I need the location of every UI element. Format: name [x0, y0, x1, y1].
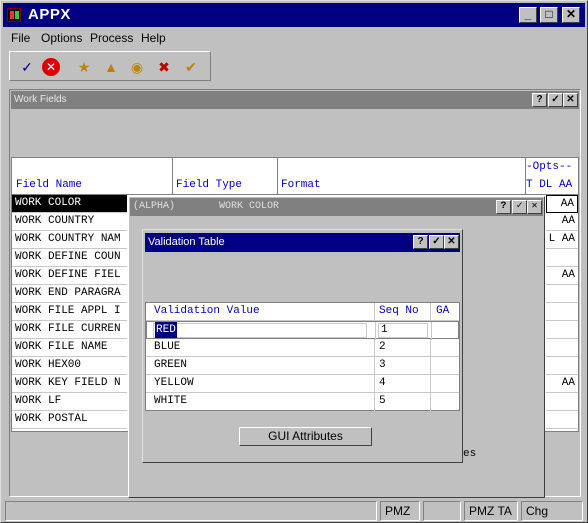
- help-button[interactable]: ?: [532, 93, 547, 107]
- opts-cell[interactable]: AA: [546, 213, 578, 231]
- opts-cell[interactable]: AA: [546, 195, 578, 213]
- title-bar[interactable]: APPX _ □ ✕: [3, 3, 585, 27]
- status-panel-pmz: PMZ: [380, 501, 420, 521]
- ok-button[interactable]: ✓: [429, 235, 444, 249]
- value-cell[interactable]: BLUE: [146, 339, 375, 357]
- close-button[interactable]: ✕: [444, 235, 459, 249]
- work-color-title-bar: (ALPHA) WORK COLOR ? ✓ ✕: [130, 198, 543, 216]
- close-button[interactable]: ✕: [527, 200, 542, 214]
- menu-options[interactable]: Options: [41, 31, 82, 45]
- delete-folder-icon[interactable]: ✖: [153, 56, 175, 78]
- value-cell[interactable]: GREEN: [146, 357, 375, 375]
- table-row[interactable]: WORK DEFINE FIEL: [12, 267, 127, 285]
- table-row[interactable]: WORK KEY FIELD N: [12, 375, 127, 393]
- app-window: APPX _ □ ✕ File Options Process Help ✓ ✕…: [0, 0, 588, 523]
- opts-cell[interactable]: L AA: [546, 231, 578, 249]
- work-fields-title: Work Fields: [14, 94, 67, 105]
- open-folder-icon[interactable]: ▲: [100, 56, 122, 78]
- app-title: APPX: [28, 6, 71, 23]
- column-header-field-type[interactable]: Field Type: [173, 158, 278, 195]
- opts-cell[interactable]: AA: [546, 267, 578, 285]
- table-row[interactable]: WORK FILE CURREN: [12, 321, 127, 339]
- seq-cell[interactable]: 4: [375, 375, 431, 393]
- status-message: [5, 501, 377, 521]
- gui-attributes-button[interactable]: GUI Attributes: [239, 427, 372, 446]
- column-header-format[interactable]: Format: [278, 158, 526, 195]
- close-button[interactable]: ✕: [562, 7, 580, 23]
- table-row[interactable]: BLUE 2: [146, 339, 459, 357]
- table-row[interactable]: WORK FILE APPL I: [12, 303, 127, 321]
- menu-help[interactable]: Help: [141, 31, 166, 45]
- field-type-label: (ALPHA): [133, 201, 176, 212]
- truncated-label: es: [463, 448, 477, 460]
- validation-table-grid: Validation Value Seq No GA RED 1 BLUE 2: [145, 302, 460, 411]
- opts-cell[interactable]: [546, 411, 578, 429]
- seq-cell[interactable]: 5: [375, 393, 431, 411]
- opts-cell[interactable]: [546, 339, 578, 357]
- column-header-seq-no[interactable]: Seq No: [375, 303, 431, 321]
- table-row[interactable]: WORK LF: [12, 393, 127, 411]
- table-row[interactable]: RED 1: [146, 321, 459, 340]
- status-panel-empty: [423, 501, 461, 521]
- minimize-button[interactable]: _: [519, 7, 537, 23]
- value-cell[interactable]: YELLOW: [146, 375, 375, 393]
- status-panel-mode: Chg: [521, 501, 583, 521]
- menu-process[interactable]: Process: [90, 31, 133, 45]
- table-row[interactable]: GREEN 3: [146, 357, 459, 375]
- cancel-icon[interactable]: ✕: [42, 58, 60, 76]
- value-cell[interactable]: WHITE: [146, 393, 375, 411]
- value-input-row[interactable]: RED: [147, 322, 376, 340]
- opts-cell[interactable]: [546, 285, 578, 303]
- table-row[interactable]: WORK HEX00: [12, 357, 127, 375]
- opts-cell[interactable]: [546, 357, 578, 375]
- table-row[interactable]: WORK DEFINE COUN: [12, 249, 127, 267]
- help-button[interactable]: ?: [496, 200, 511, 214]
- validation-table-title: Validation Table: [148, 236, 225, 248]
- menu-file[interactable]: File: [11, 31, 30, 45]
- search-folder-icon[interactable]: ◉: [126, 56, 148, 78]
- help-button[interactable]: ?: [413, 235, 428, 249]
- table-row[interactable]: WORK END PARAGRA: [12, 285, 127, 303]
- work-fields-title-bar: Work Fields ? ✓ ✕: [11, 91, 579, 109]
- seq-cell[interactable]: 1: [376, 322, 432, 340]
- column-header-ga[interactable]: GA: [436, 303, 449, 320]
- status-bar: PMZ PMZ TA Chg: [3, 501, 585, 521]
- ok-button[interactable]: ✓: [548, 93, 563, 107]
- table-row[interactable]: WORK COLOR: [12, 195, 127, 213]
- maximize-button[interactable]: □: [540, 7, 558, 23]
- opts-cell[interactable]: AA: [546, 375, 578, 393]
- validation-table-header: Validation Value Seq No GA: [146, 303, 459, 321]
- table-row[interactable]: WORK COUNTRY NAM: [12, 231, 127, 249]
- work-color-title: WORK COLOR: [219, 201, 280, 212]
- column-header-opts[interactable]: -Opts-- T DL AA: [526, 158, 578, 195]
- table-row[interactable]: YELLOW 4: [146, 375, 459, 393]
- toolbar: ✓ ✕ ★ ▲ ◉ ✖ ✔: [9, 51, 211, 81]
- seq-cell[interactable]: 2: [375, 339, 431, 357]
- opts-cell[interactable]: [546, 303, 578, 321]
- menu-bar: File Options Process Help: [3, 28, 585, 48]
- status-panel-pmz-ta: PMZ TA: [464, 501, 518, 521]
- seq-cell[interactable]: 3: [375, 357, 431, 375]
- table-row[interactable]: WORK COUNTRY: [12, 213, 127, 231]
- value-input[interactable]: [153, 323, 367, 338]
- ok-button[interactable]: ✓: [512, 200, 527, 214]
- opts-cell[interactable]: [546, 393, 578, 411]
- validation-table-title-bar[interactable]: Validation Table ? ✓ ✕: [145, 233, 460, 252]
- new-folder-icon[interactable]: ★: [73, 56, 95, 78]
- close-button[interactable]: ✕: [563, 93, 578, 107]
- selected-value-text: RED: [155, 322, 177, 338]
- table-row[interactable]: WHITE 5: [146, 393, 459, 411]
- table-row[interactable]: WORK FILE NAME: [12, 339, 127, 357]
- opts-cell[interactable]: [546, 321, 578, 339]
- check-edit-icon[interactable]: ✓: [16, 56, 38, 78]
- table-row[interactable]: WORK POSTAL: [12, 411, 127, 429]
- column-header-field-name[interactable]: Field Name: [12, 158, 173, 195]
- appx-logo-icon: [7, 8, 21, 22]
- opts-cell[interactable]: [546, 249, 578, 267]
- validation-table-dialog: Validation Table ? ✓ ✕ Validation Value …: [142, 229, 463, 463]
- column-header-validation-value[interactable]: Validation Value: [146, 303, 375, 321]
- check-folder-icon[interactable]: ✔: [180, 56, 202, 78]
